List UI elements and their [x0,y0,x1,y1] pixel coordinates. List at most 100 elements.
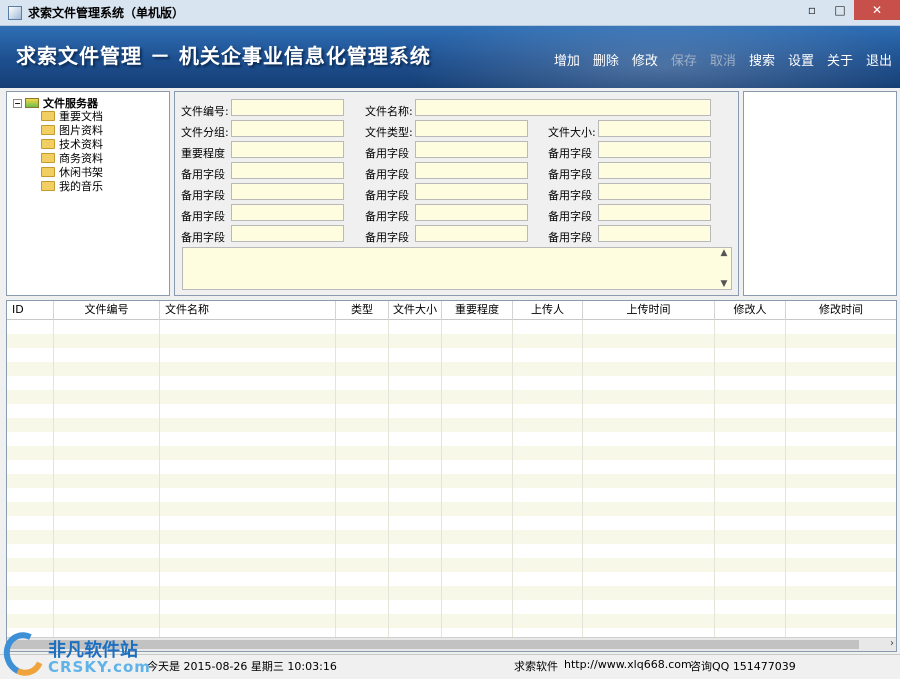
tree-item-leisure[interactable]: 休闲书架 [41,165,103,179]
spare-field[interactable] [415,204,528,221]
spare-label: 备用字段 [365,210,409,223]
tree-item-music[interactable]: 我的音乐 [41,179,103,193]
folder-icon [41,181,55,191]
menu-add[interactable]: 增加 [554,50,580,69]
column-header-modify-time[interactable]: 修改时间 [786,301,896,320]
spare-label: 备用字段 [365,168,409,181]
column-header-file-no[interactable]: 文件编号 [54,301,160,320]
folder-icon [41,111,55,121]
menu-settings[interactable]: 设置 [788,50,814,69]
close-button[interactable]: ✕ [854,0,900,20]
spare-field[interactable] [415,225,528,242]
status-url[interactable]: http://www.xlq668.com [564,658,692,671]
window-controls: ▫ □ ✕ [798,0,900,20]
column-header-type[interactable]: 类型 [336,301,389,320]
menu-edit[interactable]: 修改 [632,50,658,69]
folder-icon [41,153,55,163]
status-company: 求索软件 [514,660,558,673]
tree-item-tech[interactable]: 技术资料 [41,137,103,151]
importance-field[interactable] [231,141,344,158]
file-no-label: 文件编号: [181,105,229,118]
status-date: 今天是 2015-08-26 星期三 10:03:16 [147,660,337,673]
minimize-button[interactable]: ▫ [798,0,826,20]
spare-field[interactable] [598,204,711,221]
spare-field[interactable] [598,162,711,179]
notes-textarea[interactable]: ▲ ▼ [182,247,732,290]
grid-header: ID 文件编号 文件名称 类型 文件大小 重要程度 上传人 上传时间 修改人 修… [7,301,896,320]
column-header-id[interactable]: ID [7,301,54,320]
spare-field[interactable] [231,162,344,179]
watermark-en: CRSKY.com [48,658,151,676]
spare-label: 备用字段 [181,210,225,223]
spare-label: 备用字段 [365,231,409,244]
notes-scrollbar[interactable]: ▲ ▼ [717,248,731,289]
crsky-watermark: 非凡软件站 CRSKY.com [0,626,150,679]
file-grid[interactable]: ID 文件编号 文件名称 类型 文件大小 重要程度 上传人 上传时间 修改人 修… [6,300,897,652]
file-size-label: 文件大小: [548,126,596,139]
spare-field[interactable] [415,162,528,179]
folder-icon [41,125,55,135]
tree-item-images[interactable]: 图片资料 [41,123,103,137]
spare-label: 备用字段 [181,168,225,181]
tree-item-important-docs[interactable]: 重要文档 [41,109,103,123]
main-menu: 增加 删除 修改 保存 取消 搜索 设置 关于 退出 [541,50,892,69]
column-header-importance[interactable]: 重要程度 [442,301,513,320]
spare-field[interactable] [415,183,528,200]
menu-exit[interactable]: 退出 [866,50,892,69]
file-name-field[interactable] [415,99,711,116]
spare-label: 备用字段 [548,189,592,202]
column-header-uploader[interactable]: 上传人 [513,301,583,320]
header-banner: 求索文件管理 － 机关企事业信息化管理系统 增加 删除 修改 保存 取消 搜索 … [0,26,900,88]
spare-field[interactable] [231,183,344,200]
spare-label: 备用字段 [181,189,225,202]
file-name-label: 文件名称: [365,105,413,118]
scroll-up-icon[interactable]: ▲ [721,248,728,258]
column-header-upload-time[interactable]: 上传时间 [583,301,715,320]
folder-tree[interactable]: − 文件服务器 重要文档 图片资料 技术资料 商务资料 休闲书架 我的音乐 [6,91,170,296]
menu-cancel[interactable]: 取消 [710,50,736,69]
folder-icon [41,139,55,149]
column-header-size[interactable]: 文件大小 [389,301,442,320]
grid-body[interactable] [7,320,896,638]
menu-search[interactable]: 搜索 [749,50,775,69]
spare-field[interactable] [231,225,344,242]
app-icon [8,5,22,20]
spare-label: 备用字段 [548,210,592,223]
spare-label: 备用字段 [548,168,592,181]
spare-label: 备用字段 [548,231,592,244]
tree-item-label: 我的音乐 [59,180,103,193]
file-group-label: 文件分组: [181,126,229,139]
menu-save[interactable]: 保存 [671,50,697,69]
spare-field[interactable] [231,204,344,221]
spare-field[interactable] [415,141,528,158]
file-no-field[interactable] [231,99,344,116]
window-title: 求索文件管理系统（单机版） [28,6,185,20]
maximize-button[interactable]: □ [826,0,854,20]
menu-about[interactable]: 关于 [827,50,853,69]
file-type-label: 文件类型: [365,126,413,139]
scroll-down-icon[interactable]: ▼ [721,279,728,289]
banner-title: 求索文件管理 － 机关企事业信息化管理系统 [16,44,431,68]
spare-field[interactable] [598,183,711,200]
collapse-icon[interactable]: − [13,98,22,108]
column-header-file-name[interactable]: 文件名称 [160,301,336,320]
file-group-field[interactable] [231,120,344,137]
spare-label: 备用字段 [365,147,409,160]
folder-icon [41,167,55,177]
menu-delete[interactable]: 删除 [593,50,619,69]
spare-label: 备用字段 [365,189,409,202]
spare-field[interactable] [598,225,711,242]
column-header-modifier[interactable]: 修改人 [715,301,786,320]
spare-label: 备用字段 [181,231,225,244]
crsky-logo-icon [0,626,51,679]
status-qq: 咨询QQ 151477039 [690,660,796,673]
tree-item-business[interactable]: 商务资料 [41,151,103,165]
file-type-field[interactable] [415,120,528,137]
server-icon [25,98,39,108]
detail-form: 文件编号: 文件名称: 文件分组: 文件类型: 文件大小: 重要程度 备用字段 … [174,91,739,296]
spare-label: 备用字段 [548,147,592,160]
scroll-right-icon[interactable]: › [890,638,894,649]
importance-label: 重要程度 [181,147,225,160]
spare-field[interactable] [598,141,711,158]
file-size-field[interactable] [598,120,711,137]
